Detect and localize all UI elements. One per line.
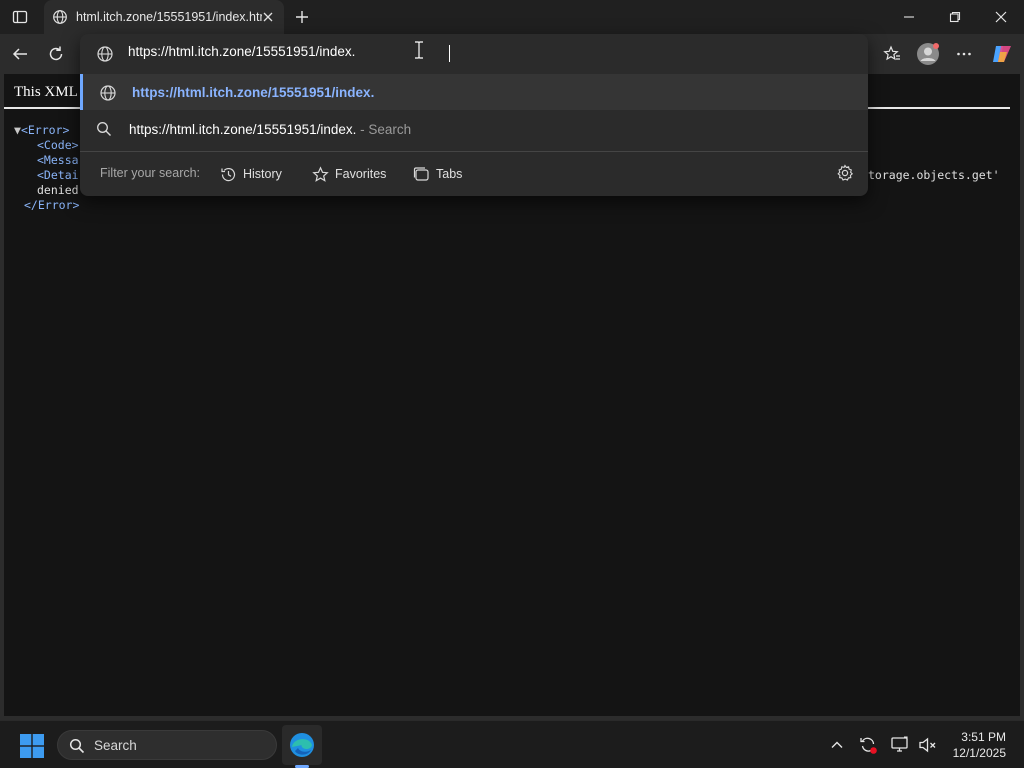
- tab-actions-button[interactable]: [0, 0, 40, 34]
- filter-tabs-label: Tabs: [436, 167, 463, 181]
- back-button[interactable]: [6, 40, 34, 68]
- windows-start-button[interactable]: [20, 734, 44, 763]
- close-window-button[interactable]: [978, 0, 1024, 34]
- xml-tag-error: <Error>: [20, 123, 70, 137]
- system-clock[interactable]: 3:51 PM 12/1/2025: [953, 729, 1006, 761]
- collapse-triangle-icon[interactable]: ▼: [14, 123, 21, 137]
- filter-favorites-button[interactable]: Favorites: [312, 160, 386, 188]
- tabs-icon: [413, 166, 429, 181]
- filter-history-button[interactable]: History: [220, 160, 282, 188]
- profile-button[interactable]: [914, 40, 942, 68]
- close-icon: [995, 11, 1007, 23]
- suggestion-url[interactable]: https://html.itch.zone/15551951/index.: [80, 74, 868, 110]
- address-input[interactable]: [128, 44, 728, 59]
- clock-date: 12/1/2025: [952, 746, 1006, 760]
- xml-tag-error-close: </Error>: [24, 198, 80, 212]
- windows-logo-icon: [20, 734, 44, 758]
- address-bar[interactable]: [80, 34, 868, 74]
- xml-tag-code: <Code>: [37, 138, 79, 152]
- history-icon: [221, 167, 236, 181]
- plus-icon: [296, 11, 308, 23]
- close-tab-icon[interactable]: [260, 9, 276, 25]
- back-arrow-icon: [12, 48, 27, 60]
- taskbar: Search 3:51 PM 12/1/2025: [0, 720, 1024, 768]
- filter-favorites-label: Favorites: [335, 167, 387, 181]
- xml-text-denied: denied: [37, 183, 79, 197]
- favorites-star-icon: [883, 45, 900, 61]
- minimize-button[interactable]: [886, 0, 932, 34]
- tab-strip: html.itch.zone/15551951/index.html: [0, 0, 1024, 34]
- xml-details-text: torage.objects.get': [868, 168, 1000, 182]
- filter-history-label: History: [243, 167, 282, 181]
- text-caret: [449, 45, 450, 62]
- globe-icon: [53, 10, 67, 24]
- tab-actions-icon: [12, 10, 28, 24]
- restore-button[interactable]: [932, 0, 978, 34]
- suggestion-search[interactable]: https://html.itch.zone/15551951/index. -…: [80, 111, 868, 147]
- site-info-globe-icon[interactable]: [96, 45, 114, 68]
- active-tab[interactable]: html.itch.zone/15551951/index.html: [44, 0, 284, 34]
- suggestion-search-query: https://html.itch.zone/15551951/index.: [129, 121, 357, 137]
- more-dots-icon: [957, 52, 971, 56]
- xml-error-open-line[interactable]: ▼<Error>: [14, 123, 79, 138]
- search-settings-gear-icon[interactable]: [836, 164, 854, 185]
- star-icon: [312, 165, 329, 182]
- filter-label: Filter your search:: [100, 166, 201, 180]
- restore-icon: [949, 11, 961, 23]
- copilot-icon: [993, 46, 1011, 62]
- search-icon: [96, 121, 112, 142]
- minimize-icon: [904, 16, 914, 18]
- text-cursor-icon: [415, 41, 423, 59]
- search-filter-row: Filter your search: History Favorites Ta…: [80, 152, 868, 196]
- xml-banner-text: This XML: [14, 84, 78, 100]
- xml-tag-message: <Messa: [37, 153, 79, 167]
- clock-time: 3:51 PM: [961, 730, 1006, 744]
- search-icon: [69, 738, 85, 754]
- globe-icon: [99, 84, 117, 107]
- taskbar-search-label: Search: [94, 738, 137, 753]
- taskbar-edge-app[interactable]: [282, 725, 322, 765]
- tab-title: html.itch.zone/15551951/index.html: [76, 10, 262, 24]
- window-frame-left: [0, 74, 4, 720]
- taskbar-search-box[interactable]: Search: [57, 730, 277, 760]
- xml-tag-details: <Detai: [37, 168, 79, 182]
- edge-browser-icon: [290, 733, 314, 757]
- address-bar-dropdown: https://html.itch.zone/15551951/index. h…: [80, 34, 868, 196]
- volume-muted-icon[interactable]: [918, 735, 938, 755]
- more-menu-button[interactable]: [950, 40, 978, 68]
- favorites-button[interactable]: [878, 40, 906, 68]
- filter-tabs-button[interactable]: Tabs: [413, 160, 462, 188]
- update-sync-icon[interactable]: [858, 735, 878, 755]
- suggestion-search-text: https://html.itch.zone/15551951/index. -…: [129, 122, 411, 137]
- xml-tree: ▼<Error> <Code> <Messa <Detai denied </E…: [14, 123, 79, 213]
- refresh-icon: [49, 46, 63, 61]
- show-hidden-icons-chevron-up-icon[interactable]: [827, 735, 847, 755]
- new-tab-button[interactable]: [290, 6, 314, 28]
- refresh-button[interactable]: [42, 40, 70, 68]
- suggestion-url-text: https://html.itch.zone/15551951/index.: [132, 84, 375, 100]
- window-frame-right: [1020, 74, 1024, 720]
- network-monitor-icon[interactable]: [890, 735, 910, 755]
- suggestion-search-suffix: - Search: [356, 121, 412, 137]
- avatar-icon: [917, 43, 939, 65]
- copilot-button[interactable]: [988, 40, 1016, 68]
